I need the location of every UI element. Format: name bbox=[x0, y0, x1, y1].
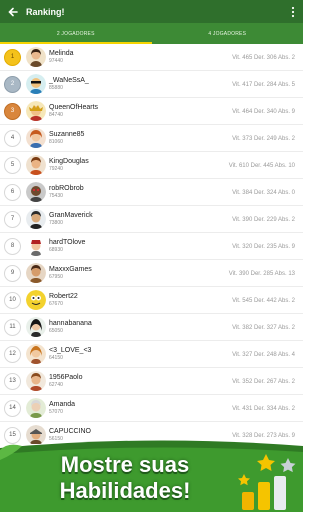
player-points: 68930 bbox=[49, 247, 63, 253]
rank-badge: 1 bbox=[4, 48, 21, 66]
player-stats: Vit. 384 Der. 324 Abs. 0 bbox=[232, 189, 295, 196]
page-title: Ranking! bbox=[26, 6, 65, 17]
ranking-row[interactable]: 2 _WaNeSsA_ 85880 Vit. 417 Der. 284 Abs.… bbox=[0, 71, 303, 98]
player-name: QueenOfHearts bbox=[49, 104, 99, 111]
player-points: 67950 bbox=[49, 274, 63, 280]
ranking-row[interactable]: 13 1956Paolo 62740 Vit. 352 Der. 267 Abs… bbox=[0, 368, 303, 395]
player-name: hannabanana bbox=[49, 320, 92, 327]
player-name: <3_LOVE_<3 bbox=[49, 347, 92, 354]
player-points: 62740 bbox=[49, 382, 63, 388]
player-stats: Vit. 382 Der. 327 Abs. 2 bbox=[232, 324, 295, 331]
player-name: 1956Paolo bbox=[49, 374, 83, 381]
avatar bbox=[26, 128, 46, 148]
ranking-row[interactable]: 5 KingDouglas 79240 Vit. 610 Der. 445 Ab… bbox=[0, 152, 303, 179]
banner-line-2: Habilidades! bbox=[59, 478, 191, 503]
avatar bbox=[26, 344, 46, 364]
player-name: Amanda bbox=[49, 401, 76, 408]
rank-badge: 5 bbox=[4, 156, 21, 174]
player-points: 64150 bbox=[49, 355, 63, 361]
rank-badge: 10 bbox=[4, 291, 21, 309]
avatar bbox=[26, 236, 46, 256]
player-name: robRObrob bbox=[49, 185, 84, 192]
rank-badge: 11 bbox=[4, 318, 21, 336]
player-name: KingDouglas bbox=[49, 158, 89, 165]
trophy-stars-icon bbox=[238, 454, 296, 510]
ranking-list[interactable]: 1 Melinda 97440 Vit. 465 Der. 306 Abs. 2… bbox=[0, 44, 303, 444]
ranking-row[interactable]: 3 QueenOfHearts 84740 Vit. 464 Der. 340 … bbox=[0, 98, 303, 125]
player-stats: Vit. 390 Der. 229 Abs. 2 bbox=[232, 216, 295, 223]
avatar bbox=[26, 209, 46, 229]
player-name: _WaNeSsA_ bbox=[49, 77, 89, 84]
ranking-row[interactable]: 14 Amanda 57070 Vit. 431 Der. 334 Abs. 2 bbox=[0, 395, 303, 422]
ranking-row[interactable]: 9 MaxxxGames 67950 Vit. 390 Der. 285 Abs… bbox=[0, 260, 303, 287]
ranking-row[interactable]: 10 Robert22 67670 Vit. 545 Der. 442 Abs.… bbox=[0, 287, 303, 314]
player-name: MaxxxGames bbox=[49, 266, 92, 273]
rank-badge: 12 bbox=[4, 345, 21, 363]
rank-badge: 8 bbox=[4, 237, 21, 255]
banner-line-1: Mostre suas bbox=[60, 452, 190, 477]
promo-banner: Mostre suas Habilidades! bbox=[0, 440, 303, 512]
rank-badge: 2 bbox=[4, 75, 21, 93]
player-points: 65050 bbox=[49, 328, 63, 334]
player-stats: Vit. 431 Der. 334 Abs. 2 bbox=[232, 405, 295, 412]
ranking-row[interactable]: 12 <3_LOVE_<3 64150 Vit. 327 Der. 248 Ab… bbox=[0, 341, 303, 368]
player-points: 57070 bbox=[49, 409, 63, 415]
ranking-row[interactable]: 1 Melinda 97440 Vit. 465 Der. 306 Abs. 2 bbox=[0, 44, 303, 71]
app-bar: Ranking! bbox=[0, 0, 303, 23]
rank-badge: 6 bbox=[4, 183, 21, 201]
avatar bbox=[26, 74, 46, 94]
player-points: 81060 bbox=[49, 139, 63, 145]
player-stats: Vit. 390 Der. 285 Abs. 13 bbox=[228, 270, 295, 277]
player-stats: Vit. 352 Der. 267 Abs. 2 bbox=[232, 378, 295, 385]
player-stats: Vit. 373 Der. 249 Abs. 2 bbox=[232, 135, 295, 142]
player-points: 85880 bbox=[49, 85, 63, 91]
player-stats: Vit. 464 Der. 340 Abs. 9 bbox=[232, 108, 295, 115]
tab-bar: 2 JOGADORES 4 JOGADORES bbox=[0, 23, 303, 44]
rank-badge: 3 bbox=[4, 102, 21, 120]
player-name: GranMaverick bbox=[49, 212, 93, 219]
back-arrow-icon[interactable] bbox=[0, 0, 26, 23]
ranking-row[interactable]: 6 robRObrob 75430 Vit. 384 Der. 324 Abs.… bbox=[0, 179, 303, 206]
avatar bbox=[26, 101, 46, 121]
ranking-row[interactable]: 4 Suzanne85 81060 Vit. 373 Der. 249 Abs.… bbox=[0, 125, 303, 152]
player-points: 67670 bbox=[49, 301, 63, 307]
player-stats: Vit. 465 Der. 306 Abs. 2 bbox=[232, 54, 295, 61]
player-name: Melinda bbox=[49, 50, 74, 57]
player-stats: Vit. 320 Der. 235 Abs. 9 bbox=[232, 243, 295, 250]
avatar bbox=[26, 263, 46, 283]
avatar bbox=[26, 47, 46, 67]
player-name: Suzanne85 bbox=[49, 131, 85, 138]
player-name: Robert22 bbox=[49, 293, 78, 300]
player-stats: Vit. 610 Der. 445 Abs. 10 bbox=[228, 162, 295, 169]
rank-badge: 7 bbox=[4, 210, 21, 228]
player-points: 73800 bbox=[49, 220, 63, 226]
player-stats: Vit. 327 Der. 248 Abs. 4 bbox=[232, 351, 295, 358]
ranking-row[interactable]: 11 hannabanana 65050 Vit. 382 Der. 327 A… bbox=[0, 314, 303, 341]
tab-4-players[interactable]: 4 JOGADORES bbox=[152, 23, 304, 44]
rank-badge: 4 bbox=[4, 129, 21, 147]
overflow-menu-icon[interactable] bbox=[283, 0, 303, 23]
player-stats: Vit. 417 Der. 284 Abs. 5 bbox=[232, 81, 295, 88]
player-points: 75430 bbox=[49, 193, 63, 199]
player-stats: Vit. 545 Der. 442 Abs. 2 bbox=[232, 297, 295, 304]
avatar bbox=[26, 155, 46, 175]
player-points: 97440 bbox=[49, 58, 63, 64]
rank-badge: 9 bbox=[4, 264, 21, 282]
avatar bbox=[26, 182, 46, 202]
rank-badge: 14 bbox=[4, 399, 21, 417]
player-points: 79240 bbox=[49, 166, 63, 172]
player-points: 84740 bbox=[49, 112, 63, 118]
avatar bbox=[26, 317, 46, 337]
rank-badge: 13 bbox=[4, 372, 21, 390]
player-name: CAPUCCINO bbox=[49, 428, 92, 435]
avatar bbox=[26, 371, 46, 391]
ranking-row[interactable]: 7 GranMaverick 73800 Vit. 390 Der. 229 A… bbox=[0, 206, 303, 233]
avatar bbox=[26, 290, 46, 310]
player-name: hardTOlove bbox=[49, 239, 86, 246]
avatar bbox=[26, 398, 46, 418]
tab-2-players[interactable]: 2 JOGADORES bbox=[0, 23, 152, 44]
ranking-row[interactable]: 8 hardTOlove 68930 Vit. 320 Der. 235 Abs… bbox=[0, 233, 303, 260]
